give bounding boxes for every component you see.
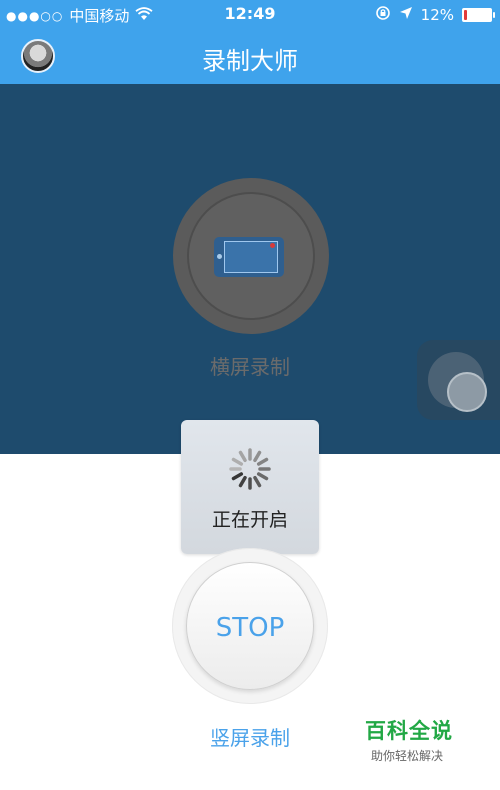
app-header: 录制大师 bbox=[0, 28, 500, 84]
watermark-title: 百科全说 bbox=[365, 719, 453, 743]
rotation-lock-icon bbox=[375, 5, 391, 25]
assistive-touch-icon[interactable] bbox=[417, 340, 500, 420]
page-title: 录制大师 bbox=[202, 47, 298, 75]
stop-button[interactable]: STOP bbox=[172, 548, 328, 704]
loading-toast: 正在开启 bbox=[181, 420, 319, 554]
loading-spinner-icon bbox=[229, 448, 271, 490]
record-dot bbox=[270, 243, 275, 248]
assistive-touch-ring bbox=[428, 352, 487, 412]
watermark-logo: 百科全说 助你轻松解决 bbox=[365, 715, 465, 764]
phone-home-button bbox=[217, 254, 222, 259]
battery-level bbox=[464, 10, 467, 20]
status-bar: ●●●○○ 中国移动 12:49 12% bbox=[0, 0, 500, 28]
watermark-subtitle: 助你轻松解决 bbox=[371, 749, 444, 763]
landscape-record-section: 横屏录制 bbox=[0, 84, 500, 454]
battery-icon bbox=[462, 8, 495, 22]
location-arrow-icon bbox=[399, 6, 413, 24]
stop-button-inner: STOP bbox=[186, 562, 314, 690]
battery-percent: 12% bbox=[420, 6, 454, 24]
landscape-phone-icon bbox=[214, 237, 284, 277]
assistive-touch-core bbox=[447, 372, 487, 412]
loading-text: 正在开启 bbox=[211, 509, 288, 531]
stop-button-label: STOP bbox=[215, 613, 285, 643]
